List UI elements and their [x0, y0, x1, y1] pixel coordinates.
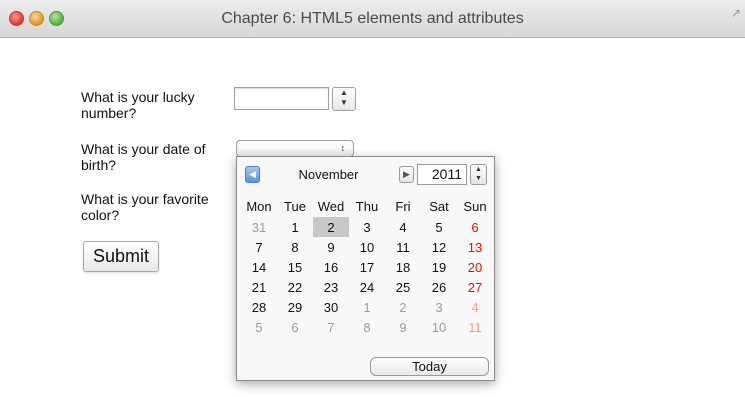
calendar-day[interactable]: 8 — [349, 317, 385, 337]
year-stepper[interactable]: ▲ ▼ — [470, 164, 487, 185]
calendar-day[interactable]: 22 — [277, 277, 313, 297]
calendar-day[interactable]: 11 — [385, 237, 421, 257]
calendar-day[interactable]: 6 — [457, 217, 493, 237]
calendar-day[interactable]: 29 — [277, 297, 313, 317]
lucky-number-label: What is your lucky number? — [81, 89, 195, 121]
browser-window: Chapter 6: HTML5 elements and attributes… — [0, 0, 745, 397]
calendar-day[interactable]: 27 — [457, 277, 493, 297]
calendar-week-row: 31 1 2 3 4 5 6 — [241, 217, 493, 237]
calendar-day[interactable]: 7 — [241, 237, 277, 257]
calendar-week-row: 5 6 7 8 9 10 11 — [241, 317, 493, 337]
chevron-right-icon[interactable]: ▶ — [399, 166, 414, 183]
calendar-day[interactable]: 5 — [241, 317, 277, 337]
weekday-header: Mon — [246, 198, 272, 214]
chevron-left-icon[interactable]: ◀ — [245, 166, 260, 183]
updown-arrow-icon: ↕ — [340, 143, 346, 153]
title-bar: Chapter 6: HTML5 elements and attributes… — [0, 0, 745, 38]
submit-button[interactable]: Submit — [83, 241, 159, 272]
weekday-header: Thu — [355, 198, 379, 214]
calendar-day[interactable]: 4 — [385, 217, 421, 237]
lucky-number-input[interactable] — [234, 87, 329, 110]
calendar-day[interactable]: 9 — [385, 317, 421, 337]
calendar-day[interactable]: 26 — [421, 277, 457, 297]
calendar-day[interactable]: 2 — [385, 297, 421, 317]
calendar-day[interactable]: 11 — [457, 317, 493, 337]
window-title: Chapter 6: HTML5 elements and attributes — [221, 10, 524, 27]
calendar-day[interactable]: 14 — [241, 257, 277, 277]
fullscreen-icon[interactable]: ↗ — [731, 6, 741, 20]
calendar-day[interactable]: 30 — [313, 297, 349, 317]
calendar-day[interactable]: 18 — [385, 257, 421, 277]
calendar-day[interactable]: 20 — [457, 257, 493, 277]
calendar-day[interactable]: 6 — [277, 317, 313, 337]
calendar-day[interactable]: 16 — [313, 257, 349, 277]
calendar-day[interactable]: 21 — [241, 277, 277, 297]
calendar-day[interactable]: 5 — [421, 217, 457, 237]
month-label: November — [298, 167, 359, 182]
calendar-day[interactable]: 1 — [349, 297, 385, 317]
calendar-day[interactable]: 28 — [241, 297, 277, 317]
calendar-day[interactable]: 10 — [421, 317, 457, 337]
calendar-week-row: 21 22 23 24 25 26 27 — [241, 277, 493, 297]
weekday-header: Sun — [463, 198, 487, 214]
today-button[interactable]: Today — [370, 357, 489, 376]
calendar-day[interactable]: 3 — [349, 217, 385, 237]
calendar-week-row: 7 8 9 10 11 12 13 — [241, 237, 493, 257]
date-picker-popup: ◀ November ▶ 2011 ▲ ▼ Mon Tue Wed Thu Fri… — [236, 156, 495, 381]
calendar-day[interactable]: 13 — [457, 237, 493, 257]
calendar-day-selected[interactable]: 2 — [313, 217, 349, 237]
calendar-day[interactable]: 23 — [313, 277, 349, 297]
calendar-week-row: 14 15 16 17 18 19 20 — [241, 257, 493, 277]
weekday-header: Sat — [429, 198, 449, 214]
calendar-day[interactable]: 15 — [277, 257, 313, 277]
calendar-day[interactable]: 31 — [241, 217, 277, 237]
calendar-day[interactable]: 8 — [277, 237, 313, 257]
calendar-day[interactable]: 1 — [277, 217, 313, 237]
calendar-day[interactable]: 17 — [349, 257, 385, 277]
weekday-header-row: Mon Tue Wed Thu Fri Sat Sun — [241, 195, 493, 217]
weekday-header: Wed — [317, 198, 345, 214]
calendar-day[interactable]: 9 — [313, 237, 349, 257]
favorite-color-label: What is your favorite color? — [81, 191, 209, 223]
calendar-day[interactable]: 24 — [349, 277, 385, 297]
calendar-day[interactable]: 19 — [421, 257, 457, 277]
calendar-day[interactable]: 25 — [385, 277, 421, 297]
weekday-header: Fri — [395, 198, 411, 214]
calendar-day[interactable]: 3 — [421, 297, 457, 317]
weekday-header: Tue — [284, 198, 306, 214]
lucky-number-stepper[interactable]: ▲ ▼ — [332, 87, 356, 111]
date-of-birth-input[interactable]: ↕ — [236, 140, 354, 157]
calendar-day[interactable]: 7 — [313, 317, 349, 337]
calendar-day[interactable]: 4 — [457, 297, 493, 317]
year-input[interactable]: 2011 — [417, 164, 467, 185]
date-of-birth-label: What is your date of birth? — [81, 141, 206, 173]
calendar-day[interactable]: 12 — [421, 237, 457, 257]
calendar-grid: Mon Tue Wed Thu Fri Sat Sun 31 1 2 3 4 5 — [241, 195, 493, 337]
calendar-week-row: 28 29 30 1 2 3 4 — [241, 297, 493, 317]
calendar-day[interactable]: 10 — [349, 237, 385, 257]
